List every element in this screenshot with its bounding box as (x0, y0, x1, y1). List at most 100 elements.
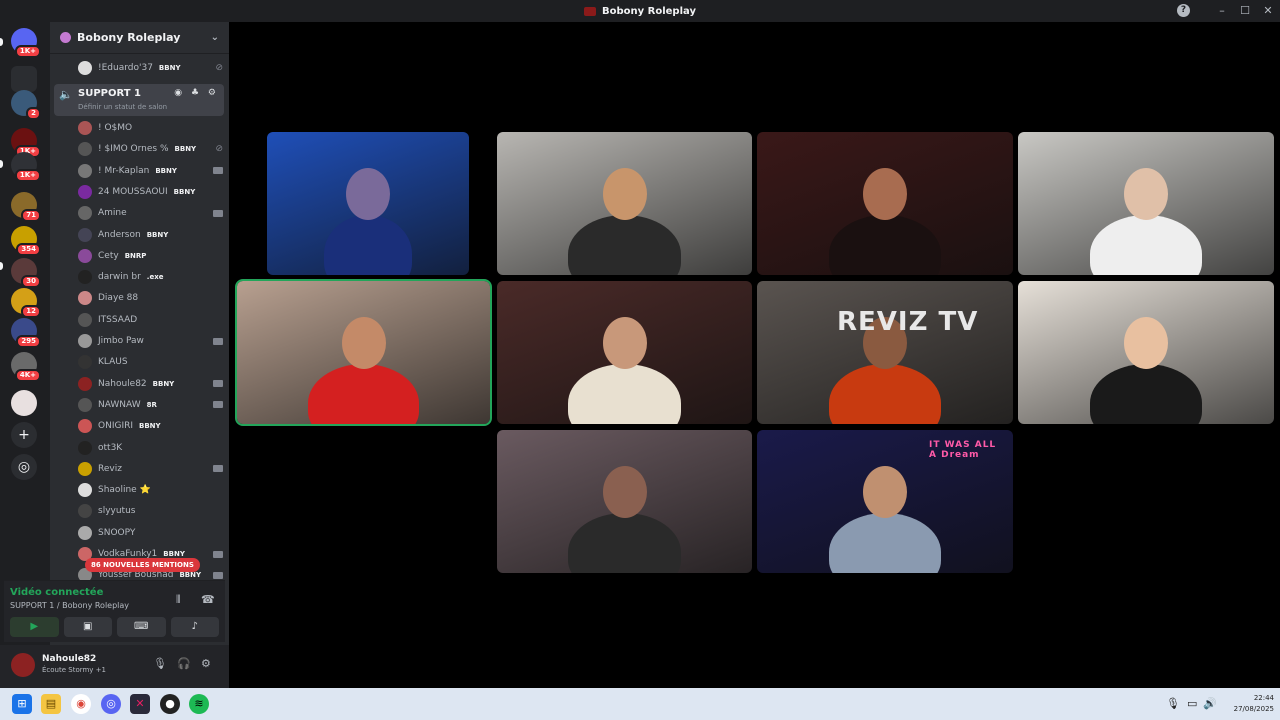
member-item[interactable]: NAWNAW 8R (78, 395, 223, 415)
chevron-down-icon[interactable]: ⌄ (211, 32, 219, 43)
avatar (78, 525, 92, 540)
server-icon[interactable] (11, 66, 37, 92)
camera-button[interactable]: ▶ (10, 617, 59, 637)
channel-status[interactable]: Définir un statut de salon (78, 103, 167, 111)
member-item[interactable]: Amine (78, 203, 223, 223)
member-item[interactable]: ITSSAAD (78, 310, 223, 330)
member-name: SNOOPY (98, 527, 136, 538)
server-icon[interactable]: 1K+ (11, 128, 41, 158)
discord-icon[interactable]: ◎ (101, 694, 121, 714)
member-item[interactable]: slyyutus (78, 501, 223, 521)
guild-header[interactable]: Bobony Roleplay ⌄ (50, 22, 229, 54)
video-tile[interactable] (1018, 132, 1274, 275)
member-item[interactable]: ott3K (78, 438, 223, 458)
microphone-icon[interactable]: 🎙 (1166, 697, 1180, 710)
disconnect-icon[interactable]: ☎ (201, 593, 215, 606)
member-item[interactable]: ! $IMO Ornes % BBNY ⊘ (78, 139, 223, 159)
member-tag: .exe (146, 273, 164, 282)
new-mentions-badge[interactable]: 86 NOUVELLES MENTIONS (85, 558, 200, 572)
participant-body (828, 214, 942, 275)
explore-icon[interactable]: ◎ (11, 454, 37, 480)
spotify-icon[interactable]: ≋ (189, 694, 209, 714)
chrome-icon[interactable]: ◉ (71, 694, 91, 714)
video-tile[interactable] (267, 132, 469, 275)
network-icon[interactable]: ▭ (1187, 697, 1197, 710)
member-item[interactable]: Reviz (78, 459, 223, 479)
microphone-icon[interactable]: 🎙 (153, 657, 167, 670)
connection-channel[interactable]: SUPPORT 1 / Bobony Roleplay (10, 601, 129, 610)
video-camera-icon (213, 167, 223, 175)
video-tile[interactable] (497, 281, 752, 424)
server-icon[interactable]: 30 (11, 258, 41, 288)
member-item[interactable]: Diaye 88 (78, 288, 223, 308)
windows-start-icon[interactable]: ⊞ (12, 694, 32, 714)
voice-channel-support-1[interactable]: 🔈 SUPPORT 1 Définir un statut de salon ◉… (54, 84, 224, 116)
server-icon[interactable]: 354 (11, 226, 41, 256)
member-tag: BNRP (124, 251, 147, 260)
avatar[interactable] (11, 653, 35, 677)
member-tag: BBNY (139, 422, 161, 431)
help-icon[interactable]: ? (1177, 4, 1190, 17)
minimize-button[interactable]: – (1210, 0, 1234, 22)
avatar (78, 291, 92, 306)
user-activity: Écoute Stormy +1 (42, 666, 106, 674)
channel-actions-icons[interactable]: ◉ ♣ ⚙ (174, 88, 219, 98)
activities-button[interactable]: ⌨ (117, 617, 166, 637)
deafened-icon: ⊘ (215, 63, 223, 73)
headphones-icon[interactable]: 🎧 (177, 657, 191, 670)
video-grid: REVIZ TV IT WAS ALL A Dream (229, 22, 1280, 688)
participant-head (863, 465, 907, 518)
server-icon[interactable]: 2 (11, 90, 41, 120)
clock[interactable]: 22:44 27/08/2025 (1222, 693, 1274, 715)
member-item[interactable]: ! Mr-Kaplan BBNY (78, 161, 223, 181)
app-icon[interactable]: ✕ (130, 694, 150, 714)
close-button[interactable]: ✕ (1256, 0, 1280, 22)
add-server-icon[interactable]: + (11, 422, 37, 448)
participant-head (346, 167, 390, 220)
mention-badge: 1K+ (14, 45, 41, 58)
server-icon[interactable]: 71 (11, 192, 41, 222)
video-tile[interactable] (235, 279, 492, 426)
member-item[interactable]: Cety BNRP (78, 246, 223, 266)
member-tag: BBNY (152, 379, 175, 388)
server-icon[interactable]: 1K+ (11, 152, 41, 182)
soundboard-button[interactable]: ♪ (170, 617, 219, 637)
video-tile[interactable] (1018, 281, 1274, 424)
connection-status[interactable]: Vidéo connectée (10, 587, 103, 598)
member-item[interactable]: Jimbo Paw (78, 331, 223, 351)
member-item[interactable]: KLAUS (78, 352, 223, 372)
video-tile[interactable] (497, 132, 752, 275)
member-item[interactable]: Shaoline ⭐ (78, 480, 223, 500)
server-icon[interactable]: 1K+ (11, 28, 41, 58)
screen-share-button[interactable]: ▣ (63, 617, 112, 637)
server-icon[interactable]: 4K+ (11, 352, 41, 382)
server-icon[interactable]: 12 (11, 288, 41, 318)
file-explorer-icon[interactable]: ▤ (41, 694, 61, 714)
volume-icon[interactable]: 🔊 (1203, 697, 1217, 710)
video-tile[interactable] (497, 430, 752, 573)
maximize-button[interactable]: ☐ (1233, 0, 1257, 22)
obs-icon[interactable]: ● (160, 694, 180, 714)
member-item[interactable]: SNOOPY (78, 523, 223, 543)
member-item[interactable]: ! O$MO (78, 118, 223, 138)
video-tile[interactable]: IT WAS ALL A Dream (757, 430, 1013, 573)
participant-head (341, 316, 386, 369)
noise-suppression-icon[interactable]: ⫴ (176, 593, 181, 607)
server-icon[interactable] (11, 390, 37, 416)
member-item[interactable]: 24 MOUSSAOUI BBNY (78, 182, 223, 202)
participant-body (568, 363, 681, 424)
member-item[interactable]: Anderson BBNY (78, 225, 223, 245)
gear-icon[interactable]: ⚙ (201, 657, 211, 670)
participant-head (602, 316, 647, 369)
taskbar: ⊞ ▤ ◉ ◎ ✕ ● ≋ 🎙 ▭ 🔊 22:44 27/08/2025 (0, 688, 1280, 720)
video-tile[interactable] (757, 132, 1013, 275)
member-item[interactable]: darwin br .exe (78, 267, 223, 287)
member-name: Shaoline ⭐ (98, 485, 151, 496)
member-item[interactable]: Nahoule82 BBNY (78, 374, 223, 394)
member-item[interactable]: ONIGIRI BBNY (78, 416, 223, 436)
server-icon[interactable]: 295 (11, 318, 41, 348)
user-name[interactable]: Nahoule82 (42, 654, 96, 664)
member-item[interactable]: !Eduardo'37 BBNY ⊘ (78, 58, 223, 78)
video-tile[interactable]: REVIZ TV (757, 281, 1013, 424)
window-title-text: Bobony Roleplay (602, 5, 696, 17)
